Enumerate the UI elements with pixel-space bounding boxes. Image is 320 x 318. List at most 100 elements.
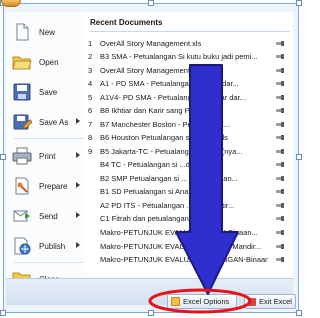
pin-icon[interactable]	[276, 189, 285, 194]
recent-document-name: Makro-PETUNJUK EVALUASI L...GAN-Mandir..…	[100, 242, 262, 251]
pin-icon[interactable]	[276, 54, 285, 59]
recent-document-number: 8	[88, 133, 93, 142]
recent-document-name: OverAll Story Management.xls	[100, 39, 202, 48]
recent-document-number: 7	[88, 120, 93, 129]
new-document-icon	[12, 23, 32, 41]
pin-icon[interactable]	[276, 122, 285, 127]
pin-icon[interactable]	[276, 244, 285, 249]
prepare-icon	[12, 177, 32, 195]
menu-item-prepare[interactable]: Prepare	[6, 173, 86, 199]
recent-document-name: Makro-PETUNJUK EVALUASI LAPANGAN-Binaan.…	[100, 255, 268, 264]
resize-handle[interactable]	[0, 310, 6, 316]
menu-item-new[interactable]: New	[6, 19, 86, 45]
file-menu-commands: New Open Save Save As Print Prepare Send…	[6, 12, 87, 296]
menu-item-label: Publish	[39, 241, 66, 251]
recent-document-name: Makro-PETUNJUK EVALUASI ...GAN-Binaan...	[100, 228, 258, 237]
send-icon	[12, 207, 32, 225]
exit-excel-button[interactable]: Exit Excel	[244, 294, 296, 309]
pin-icon[interactable]	[276, 68, 285, 73]
pin-icon[interactable]	[276, 176, 285, 181]
recent-document-item[interactable]: B4 TC - Petualangan si ...diri.xls	[86, 158, 293, 171]
menu-item-save-as[interactable]: Save As	[6, 109, 86, 135]
menu-item-send[interactable]: Send	[6, 203, 86, 229]
pin-icon[interactable]	[276, 95, 285, 100]
excel-options-label: Excel Options	[183, 297, 230, 306]
submenu-arrow-icon	[76, 242, 80, 248]
recent-title-divider	[90, 31, 290, 32]
recent-document-name: B4 TC - Petualangan si ...diri.xls	[100, 160, 207, 169]
recent-documents-title: Recent Documents	[90, 18, 163, 27]
pin-icon[interactable]	[276, 216, 285, 221]
resize-handle[interactable]	[296, 154, 302, 160]
recent-document-item[interactable]: 5 A1V4- PD SMA - Petualangan ...dekar dar…	[86, 91, 293, 104]
menu-item-label: Open	[39, 57, 59, 67]
recent-document-number: 6	[88, 106, 93, 115]
recent-document-name: OverAll Story Management.xls	[100, 66, 202, 75]
pin-icon[interactable]	[276, 41, 285, 46]
submenu-arrow-icon	[76, 182, 80, 188]
recent-document-item[interactable]: Makro-PETUNJUK EVALUASI L...GAN-Mandir..…	[86, 240, 293, 253]
recent-document-item[interactable]: A2 PD ITS - Petualangan ...ang Amatir...	[86, 199, 293, 212]
menu-item-label: New	[39, 27, 56, 37]
pin-icon[interactable]	[276, 203, 285, 208]
recent-document-item[interactable]: 4 A1 - PD SMA - Petualangan ...dekar dar.…	[86, 77, 293, 90]
recent-document-name: B5 Jakarta-TC - Petualangan ...kerja(nya…	[100, 147, 243, 156]
print-icon	[12, 147, 32, 165]
recent-document-item[interactable]: 9 B5 Jakarta-TC - Petualangan ...kerja(ny…	[86, 145, 293, 158]
pin-icon[interactable]	[276, 230, 285, 235]
recent-document-name: B1 SD Petualangan si Ana...	[100, 187, 195, 196]
menu-item-label: Send	[39, 211, 58, 221]
recent-document-name: A1 - PD SMA - Petualangan ...dekar dar..…	[100, 79, 239, 88]
recent-document-item[interactable]: 3 OverAll Story Management.xls	[86, 64, 293, 77]
submenu-arrow-icon	[76, 152, 80, 158]
resize-handle[interactable]	[148, 310, 154, 316]
recent-document-name: B3 SMA - Petualangan Si kutu buku jadi p…	[100, 52, 258, 61]
recent-document-item[interactable]: 2 B3 SMA - Petualangan Si kutu buku jadi …	[86, 50, 293, 63]
recent-document-item[interactable]: Makro-PETUNJUK EVALUASI ...GAN-Binaan...	[86, 226, 293, 239]
menu-item-label: Save	[39, 87, 58, 97]
pin-icon[interactable]	[276, 81, 285, 86]
recent-document-item[interactable]: B1 SD Petualangan si Ana...	[86, 185, 293, 198]
open-folder-icon	[12, 53, 32, 71]
recent-document-number: 5	[88, 93, 93, 102]
resize-handle[interactable]	[148, 0, 154, 6]
resize-handle[interactable]	[296, 310, 302, 316]
recent-document-number: 2	[88, 52, 93, 61]
pin-icon[interactable]	[276, 135, 285, 140]
menu-item-save[interactable]: Save	[6, 79, 86, 105]
recent-document-number: 3	[88, 66, 93, 75]
recent-document-name: C1 Fitrah dan petualangan P...	[100, 214, 202, 223]
pin-icon[interactable]	[276, 162, 285, 167]
recent-document-number: 1	[88, 39, 93, 48]
recent-document-number: 9	[88, 147, 93, 156]
recent-document-item[interactable]: 7 B7 Manchester Boston - Pe...i New E...	[86, 118, 293, 131]
recent-document-item[interactable]: C1 Fitrah dan petualangan P...	[86, 212, 293, 225]
recent-document-name: B7 Manchester Boston - Pe...i New E...	[100, 120, 231, 129]
recent-document-item[interactable]: 8 B6 Houston Petualangan s...owboy.xls	[86, 131, 293, 144]
resize-handle[interactable]	[0, 154, 6, 160]
recent-document-name: A1V4- PD SMA - Petualangan ...dekar dar.…	[100, 93, 246, 102]
recent-document-item[interactable]: Makro-PETUNJUK EVALUASI LAPANGAN-Binaan.…	[86, 253, 293, 266]
excel-options-button[interactable]: Excel Options	[167, 294, 237, 309]
exit-icon	[248, 297, 256, 306]
pin-icon[interactable]	[276, 149, 285, 154]
menu-item-print[interactable]: Print	[6, 143, 86, 169]
recent-document-item[interactable]: B2 SMP Petualangan si ... Petualangan...	[86, 172, 293, 185]
recent-document-item[interactable]: 6 B8 Ikhtiar dan Karir sang P...	[86, 104, 293, 117]
publish-icon	[12, 237, 32, 255]
save-disk-icon	[12, 83, 32, 101]
recent-document-name: B2 SMP Petualangan si ... Petualangan...	[100, 174, 238, 183]
options-icon	[171, 297, 180, 306]
submenu-arrow-icon	[76, 212, 80, 218]
pin-icon[interactable]	[276, 257, 285, 262]
resize-handle[interactable]	[296, 0, 302, 6]
menu-item-open[interactable]: Open	[6, 49, 86, 75]
menu-item-publish[interactable]: Publish	[6, 233, 86, 259]
recent-document-item[interactable]: 1 OverAll Story Management.xls	[86, 37, 293, 50]
save-as-icon	[12, 113, 33, 131]
exit-excel-label: Exit Excel	[259, 297, 292, 306]
recent-document-name: B6 Houston Petualangan s...owboy.xls	[100, 133, 228, 142]
recent-document-name: B8 Ikhtiar dan Karir sang P...	[100, 106, 195, 115]
pin-icon[interactable]	[276, 108, 285, 113]
recent-document-name: A2 PD ITS - Petualangan ...ang Amatir...	[100, 201, 235, 210]
